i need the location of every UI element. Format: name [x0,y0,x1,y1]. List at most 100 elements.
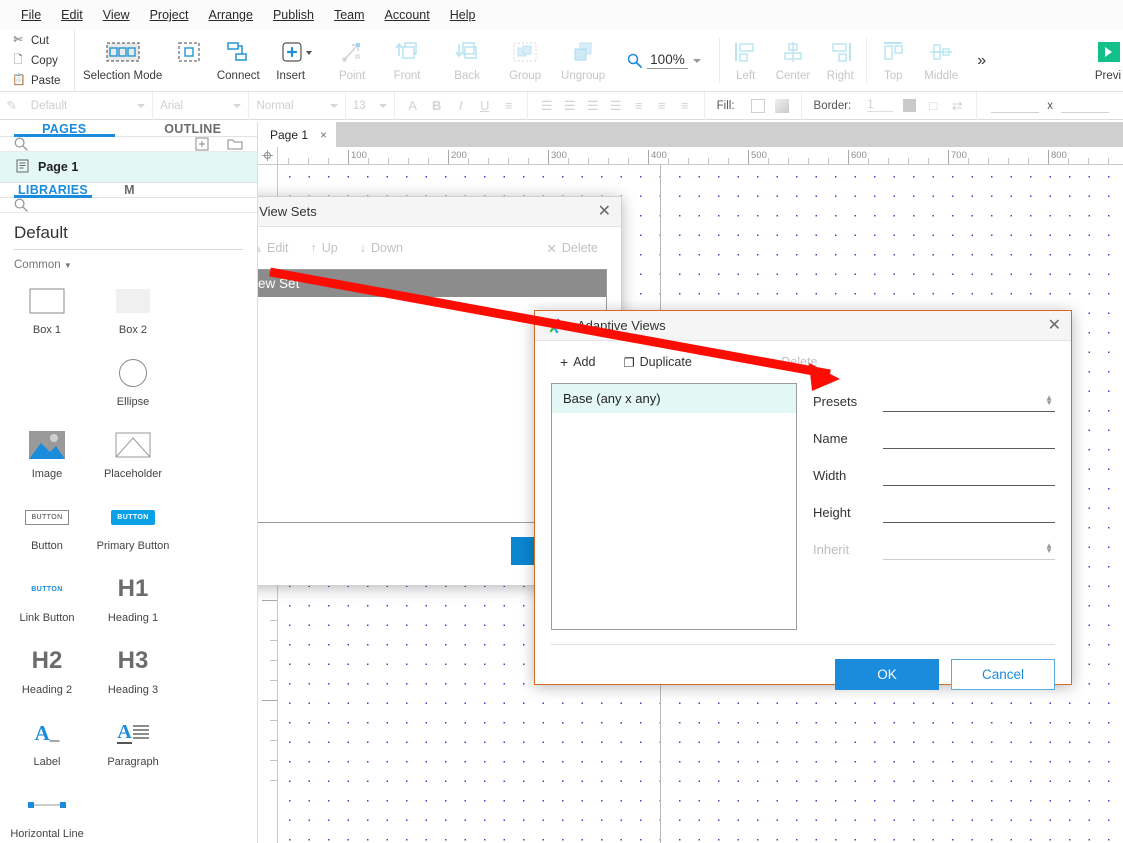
views-list-item[interactable]: Base (any x any) [552,384,796,413]
text-align-justify-icon[interactable]: ☰ [609,98,623,114]
views-duplicate-button[interactable]: ❐ Duplicate [614,350,700,375]
font-family-select[interactable]: Arial [153,91,250,120]
cancel-button[interactable]: Cancel [951,659,1055,690]
text-align-right-icon[interactable]: ☰ [586,98,600,114]
preview-button[interactable]: Previ [1085,30,1123,91]
fill-color-swatch[interactable] [750,98,765,113]
align-top-button[interactable]: Top [871,30,915,91]
search-icon[interactable] [14,198,28,212]
height-input[interactable] [883,502,1055,523]
widget-label-element[interactable]: A _ Label [4,710,90,782]
bold-icon[interactable]: B [429,98,445,113]
widget-box-2[interactable]: Box 2 [90,278,176,350]
horizontal-ruler[interactable]: 100 200 300 400 500 600 700 800 [258,147,1123,165]
close-icon[interactable]: ✕ [598,203,611,220]
insert-button[interactable]: Insert [268,30,327,91]
vertical-align-bottom-icon[interactable]: ≡ [678,98,692,113]
close-icon[interactable]: × [320,128,327,142]
border-style-icon[interactable]: □ [926,98,940,113]
send-back-button[interactable]: Back [437,30,497,91]
chevron-down-icon[interactable] [692,58,701,63]
tab-master[interactable]: M [106,183,153,197]
selection-mode-button[interactable]: Selection Mode [75,30,170,91]
zoom-value[interactable]: 100% [647,52,688,69]
single-select-button[interactable] [170,30,208,91]
border-arrow-icon[interactable]: ⇄ [950,98,964,114]
border-color-swatch[interactable] [903,99,917,112]
views-delete-button[interactable]: ✕ Delete [757,350,827,375]
views-list[interactable]: Base (any x any) [551,383,797,630]
library-category[interactable]: Common ▼ [0,250,257,276]
align-left-button[interactable]: Left [724,30,768,91]
widget-heading-3[interactable]: H3 Heading 3 [90,638,176,710]
font-weight-select[interactable]: Normal [249,91,346,120]
name-input[interactable] [883,428,1055,449]
widget-placeholder[interactable]: Placeholder [90,422,176,494]
menu-item-view[interactable]: View [94,4,139,26]
widget-blank[interactable] [4,350,90,422]
border-width-input[interactable]: 1 [867,99,894,112]
menu-item-account[interactable]: Account [376,4,439,26]
style-select[interactable]: Default [24,91,154,120]
copy-button[interactable]: 🗋 Copy [12,51,74,70]
sets-edit-button[interactable]: ✎ Edit [258,236,298,261]
bullet-list-icon[interactable]: ≡ [501,98,517,113]
menu-item-publish[interactable]: Publish [264,4,323,26]
widget-heading-2[interactable]: H2 Heading 2 [4,638,90,710]
align-center-button[interactable]: Center [768,30,819,91]
widget-image[interactable]: Image [4,422,90,494]
menu-item-file[interactable]: File [12,4,50,26]
widget-box-1[interactable]: Box 1 [4,278,90,350]
vertical-align-top-icon[interactable]: ≡ [632,98,646,113]
point-button[interactable]: Point [327,30,377,91]
ribbon-overflow-button[interactable]: » [967,52,994,70]
text-align-center-icon[interactable]: ☰ [563,98,577,114]
presets-select[interactable]: ▲ ▼ [883,391,1055,412]
widget-primary-button[interactable]: BUTTON Primary Button [90,494,176,566]
page-item[interactable]: Page 1 [0,152,257,182]
sets-down-button[interactable]: ↓ Down [351,236,412,260]
menu-item-arrange[interactable]: Arrange [199,4,261,26]
cut-button[interactable]: ✄ Cut [12,31,74,50]
document-tab[interactable]: Page 1 × [258,122,337,147]
align-middle-button[interactable]: Middle [915,30,967,91]
zoom-control[interactable]: 100% [613,30,715,91]
italic-icon[interactable]: I [453,98,469,113]
tab-pages[interactable]: PAGES [0,122,129,137]
widget-button[interactable]: BUTTON Button [4,494,90,566]
add-page-icon[interactable] [195,137,209,151]
sets-up-button[interactable]: ↑ Up [302,236,347,260]
widget-ellipse[interactable]: Ellipse [90,350,176,422]
vertical-align-middle-icon[interactable]: ≡ [655,98,669,113]
group-button[interactable]: Group [497,30,553,91]
ruler-origin-icon[interactable] [258,147,278,165]
widget-paragraph[interactable]: A Paragraph [90,710,176,782]
library-name[interactable]: Default [0,213,257,249]
font-color-icon[interactable]: A [405,98,421,113]
bring-front-button[interactable]: Front [377,30,437,91]
sets-delete-button[interactable]: ✕ Delete [537,236,607,261]
align-right-button[interactable]: Right [818,30,862,91]
height-input[interactable] [1061,99,1109,113]
close-icon[interactable]: ✕ [1048,317,1061,334]
inherit-select[interactable]: ▲ ▼ [883,539,1055,560]
search-icon[interactable] [14,137,28,151]
widget-heading-1[interactable]: H1 Heading 1 [90,566,176,638]
font-size-select[interactable]: 13 [346,91,395,120]
fill-gradient-swatch[interactable] [774,98,789,113]
views-add-button[interactable]: + Add [551,350,604,374]
ungroup-button[interactable]: Ungroup [553,30,613,91]
menu-item-team[interactable]: Team [325,4,374,26]
width-input[interactable] [883,465,1055,486]
menu-item-help[interactable]: Help [441,4,485,26]
menu-item-edit[interactable]: Edit [52,4,92,26]
widget-link-button[interactable]: BUTTON Link Button [4,566,90,638]
spinner-icon[interactable]: ▲ ▼ [1045,394,1053,407]
text-align-left-icon[interactable]: ☰ [540,98,554,114]
ok-button[interactable]: OK [835,659,939,690]
add-folder-icon[interactable] [227,137,243,151]
underline-icon[interactable]: U [477,98,493,113]
widget-horizontal-line[interactable]: Horizontal Line [4,782,90,843]
connect-button[interactable]: Connect [208,30,268,91]
tab-outline[interactable]: OUTLINE [129,122,258,136]
